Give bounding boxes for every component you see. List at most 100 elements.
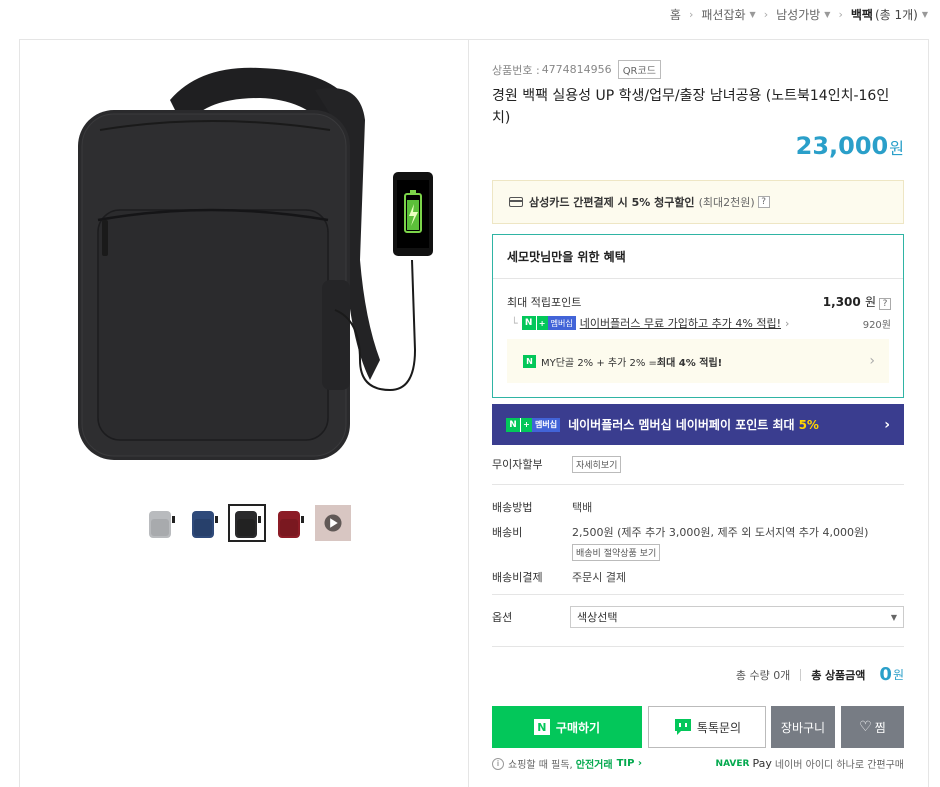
my-regular-box[interactable]: N MY단골 2% + 추가 2% = 최대 4% 적립! › [507,339,889,383]
backpack-black-icon [235,511,261,538]
help-icon[interactable]: ? [757,196,770,208]
naver-plus-badge: N + 멤버십 [521,316,576,330]
installment-detail-button[interactable]: 자세히보기 [572,456,622,473]
product-info: 상품번호 : 4774814956 QR코드 경원 백팩 실용성 UP 학생/업… [492,60,904,771]
installment-label: 무이자할부 [492,458,543,471]
caret-down-icon: ▼ [749,10,756,19]
notice-tip: TIP › [616,758,643,769]
product-number-row: 상품번호 : 4774814956 QR코드 [492,60,904,79]
installment-row: 무이자할부 자세히보기 [492,456,904,473]
chevron-right-icon: › [838,8,843,21]
shipping-fee-row: 배송비 2,500원 (제주 추가 3,000원, 제주 외 도서지역 추가 4… [492,524,904,540]
shipping-pay-label: 배송비결제 [492,571,543,584]
heart-icon: ♡ [859,719,872,735]
qr-code-button[interactable]: QR코드 [617,60,661,79]
column-divider [468,39,469,787]
footer-row: i 쇼핑할 때 필독, 안전거래 TIP › NAVER Pay 네이버 아이디… [492,756,904,771]
color-select-value: 색상선택 [577,611,618,624]
shipping-method-value: 택배 [572,501,593,514]
plus-icon: + [520,417,532,432]
plus-icon: + [535,316,548,330]
chevron-right-icon: › [869,353,875,369]
breadcrumb-count: (총 1개) [874,8,918,22]
benefit-box: 세모맛님만을 위한 혜택 최대 적립포인트 1,300 원? └ N + 멤버십… [492,234,904,398]
naver-plus-amount: 920원 [862,319,891,331]
product-price: 23,000원 [796,132,904,160]
shipping-save-row: 배송비 절약상품 보기 [492,544,904,561]
shipping-method-row: 배송방법 택배 [492,499,904,515]
color-select[interactable]: 색상선택 ▼ [570,606,904,628]
total-amount-unit: 원 [892,668,904,682]
max-points-row: 최대 적립포인트 1,300 원? [507,293,891,310]
cart-button-label: 장바구니 [780,720,826,735]
naver-n-icon: N [521,316,536,330]
breadcrumb-category-2[interactable]: 남성가방 ▼ [776,6,830,23]
price-unit: 원 [889,139,904,158]
breadcrumb-category-2-label: 남성가방 [776,8,821,22]
thumbnail-red[interactable] [271,504,309,542]
backpack-red-icon [278,511,304,538]
banner-text: 네이버플러스 멤버십 네이버페이 포인트 최대 [568,418,795,432]
info-icon: i [492,757,504,770]
option-label: 옵션 [492,611,513,624]
price-value: 23,000 [795,132,889,160]
notice-pre: 쇼핑할 때 필독, [508,760,573,771]
breadcrumb: 홈 › 패션잡화 ▼ › 남성가방 ▼ › 백팩 (총 1개) ▼ [670,6,928,23]
breadcrumb-category-1-label: 패션잡화 [701,8,746,22]
shipping-fee-label: 배송비 [492,526,523,539]
chevron-right-icon: › [688,8,694,21]
product-title: 경원 백팩 실용성 UP 학생/업무/출장 남녀공용 (노트북14인치-16인치… [492,88,890,126]
total-qty-label: 총 수량 [735,668,770,682]
product-main-image[interactable] [60,60,450,480]
breadcrumb-current-label: 백팩 [850,8,873,22]
naver-pay-info: NAVER Pay 네이버 아이디 하나로 간편구매 [716,756,904,771]
thumbnail-list [142,504,352,542]
divider [800,668,802,681]
talk-inquiry-button[interactable]: 톡톡문의 [648,706,766,748]
max-points-value: 1,300 원 [823,295,876,309]
chevron-right-icon: › [884,416,890,433]
membership-label: 멤버십 [532,417,561,432]
shipping-save-button[interactable]: 배송비 절약상품 보기 [572,544,661,561]
naver-plus-signup-link[interactable]: 네이버플러스 무료 가입하고 추가 4% 적립! [580,315,781,331]
safe-trade-notice[interactable]: i 쇼핑할 때 필독, 안전거래 TIP › [492,756,642,771]
thumbnail-gray[interactable] [142,504,180,542]
shipping-pay-value: 주문시 결제 [572,571,627,584]
total-qty: 0개 [773,668,791,682]
caret-down-icon: ▼ [824,10,831,19]
backpack-gray-icon [149,511,175,538]
naver-plus-badge: N + 멤버십 [506,417,561,432]
help-icon[interactable]: ? [879,298,891,310]
card-discount-text: 삼성카드 간편결제 시 5% 청구할인 [529,196,695,209]
backpack-navy-icon [192,511,218,538]
shipping-method-label: 배송방법 [492,501,533,514]
wishlist-button-label: 찜 [874,720,886,735]
thumbnail-black[interactable] [228,504,266,542]
max-points-label: 최대 적립포인트 [507,295,582,309]
notice-safe: 안전거래 [575,760,613,771]
chevron-right-icon: › [763,8,769,21]
thumbnail-video[interactable] [314,504,352,542]
thumbnail-navy[interactable] [185,504,223,542]
my-regular-bold: 최대 4% 적립! [656,357,723,369]
cart-button[interactable]: 장바구니 [771,706,835,748]
card-discount-box[interactable]: 삼성카드 간편결제 시 5% 청구할인 (최대2천원) ? [492,180,904,224]
breadcrumb-home[interactable]: 홈 [670,6,681,23]
total-amount-label-pre: 총 [811,668,822,682]
divider [492,594,904,595]
shipping-pay-row: 배송비결제 주문시 결제 [492,569,904,585]
pay-logo: Pay [752,757,772,770]
product-number: 4774814956 [541,63,612,76]
naver-pay-desc: 네이버 아이디 하나로 간편구매 [774,760,904,771]
credit-card-icon [509,197,523,207]
naver-plus-banner[interactable]: N + 멤버십 네이버플러스 멤버십 네이버페이 포인트 최대 5% › [492,404,904,445]
banner-percent: 5% [798,417,819,432]
talk-bubble-icon [674,719,691,735]
breadcrumb-category-1[interactable]: 패션잡화 ▼ [701,6,755,23]
wishlist-button[interactable]: ♡ 찜 [841,706,904,748]
breadcrumb-current[interactable]: 백팩 (총 1개) ▼ [851,6,928,23]
product-number-label: 상품번호 : [492,63,540,77]
buy-button[interactable]: N 구매하기 [492,706,642,748]
total-amount: 0 [879,664,892,685]
max-points-unit: 원 [864,295,876,309]
